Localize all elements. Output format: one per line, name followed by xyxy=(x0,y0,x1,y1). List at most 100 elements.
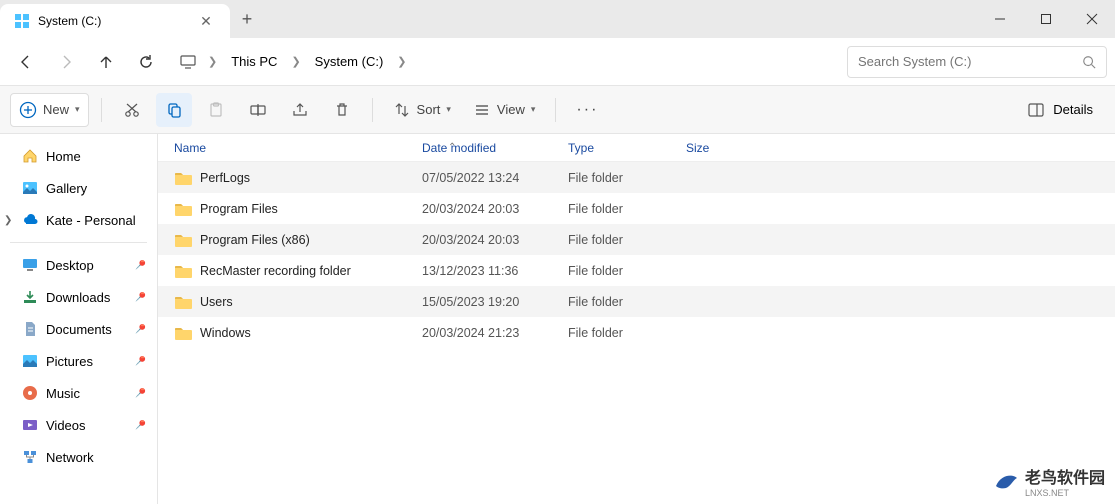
share-icon xyxy=(291,101,309,119)
maximize-button[interactable] xyxy=(1023,0,1069,38)
up-button[interactable] xyxy=(88,44,124,80)
separator xyxy=(555,98,556,122)
close-tab-icon[interactable]: ✕ xyxy=(196,13,216,30)
sidebar-network[interactable]: Network xyxy=(0,441,157,473)
delete-button[interactable] xyxy=(324,93,360,127)
sidebar-label: Kate - Personal xyxy=(46,213,136,228)
table-row[interactable]: Users15/05/2023 19:20File folder xyxy=(158,286,1115,317)
window-controls xyxy=(977,0,1115,38)
breadcrumb[interactable]: ❯ This PC ❯ System (C:) ❯ xyxy=(168,45,835,79)
forward-button[interactable] xyxy=(48,44,84,80)
cell-date: 07/05/2022 13:24 xyxy=(422,171,568,185)
sidebar-desktop[interactable]: Desktop📍 xyxy=(0,249,157,281)
paste-button[interactable] xyxy=(198,93,234,127)
share-button[interactable] xyxy=(282,93,318,127)
toolbar: New ▾ Sort ▾ View ▾ ··· Details xyxy=(0,86,1115,134)
clipboard-icon xyxy=(207,101,225,119)
chevron-right-icon[interactable]: ❯ xyxy=(393,55,410,68)
more-button[interactable]: ··· xyxy=(568,93,606,127)
sidebar-documents[interactable]: Documents📍 xyxy=(0,313,157,345)
table-row[interactable]: RecMaster recording folder13/12/2023 11:… xyxy=(158,255,1115,286)
pc-icon[interactable] xyxy=(174,44,202,80)
download-icon xyxy=(22,289,38,305)
sidebar-label: Videos xyxy=(46,418,86,433)
col-name[interactable]: Name xyxy=(174,141,422,155)
copy-button[interactable] xyxy=(156,93,192,127)
cell-name: PerfLogs xyxy=(174,171,422,185)
cell-date: 20/03/2024 20:03 xyxy=(422,233,568,247)
table-row[interactable]: PerfLogs07/05/2022 13:24File folder xyxy=(158,162,1115,193)
cell-type: File folder xyxy=(568,233,686,247)
sidebar-gallery[interactable]: Gallery xyxy=(0,172,157,204)
cell-name: Users xyxy=(174,295,422,309)
col-size[interactable]: Size xyxy=(686,141,766,155)
cell-type: File folder xyxy=(568,264,686,278)
scissors-icon xyxy=(123,101,141,119)
file-list: Name ⌃ Date modified Type Size PerfLogs0… xyxy=(158,134,1115,504)
details-button[interactable]: Details xyxy=(1015,101,1105,119)
cell-name: Program Files (x86) xyxy=(174,233,422,247)
sidebar-label: Gallery xyxy=(46,181,87,196)
sidebar-music[interactable]: Music 📍 xyxy=(0,377,157,409)
cut-button[interactable] xyxy=(114,93,150,127)
cell-name: RecMaster recording folder xyxy=(174,264,422,278)
sort-label: Sort xyxy=(417,102,441,117)
rename-button[interactable] xyxy=(240,93,276,127)
network-icon xyxy=(22,449,38,465)
close-window-button[interactable] xyxy=(1069,0,1115,38)
cell-type: File folder xyxy=(568,326,686,340)
rename-icon xyxy=(249,101,267,119)
watermark: 老鸟软件园 LNXS.NET xyxy=(993,464,1105,498)
table-row[interactable]: Program Files20/03/2024 20:03File folder xyxy=(158,193,1115,224)
new-button[interactable]: New ▾ xyxy=(10,93,89,127)
refresh-button[interactable] xyxy=(128,44,164,80)
sidebar-onedrive[interactable]: ❯ Kate - Personal xyxy=(0,204,157,236)
ellipsis-icon: ··· xyxy=(576,101,598,119)
sidebar-videos[interactable]: Videos📍 xyxy=(0,409,157,441)
chevron-down-icon: ▾ xyxy=(446,104,451,115)
content: Home Gallery ❯ Kate - Personal Desktop📍 … xyxy=(0,134,1115,504)
search-icon xyxy=(1082,55,1096,69)
pin-icon: 📍 xyxy=(131,288,150,307)
sidebar-downloads[interactable]: Downloads 📍 xyxy=(0,281,157,313)
view-button[interactable]: View ▾ xyxy=(465,93,543,127)
col-date[interactable]: Date modified xyxy=(422,141,568,155)
pin-icon: 📍 xyxy=(131,352,150,371)
pin-icon: 📍 xyxy=(131,384,150,403)
new-label: New xyxy=(43,102,69,117)
sidebar-home[interactable]: Home xyxy=(0,140,157,172)
col-type[interactable]: Type xyxy=(568,141,686,155)
breadcrumb-this-pc[interactable]: This PC xyxy=(223,50,285,73)
sidebar-label: Downloads xyxy=(46,290,110,305)
music-icon xyxy=(22,385,38,401)
document-icon xyxy=(22,321,38,337)
search-box[interactable] xyxy=(847,46,1107,78)
home-icon xyxy=(22,148,38,164)
new-tab-button[interactable]: + xyxy=(230,9,264,30)
minimize-button[interactable] xyxy=(977,0,1023,38)
chevron-right-icon[interactable]: ❯ xyxy=(204,55,221,68)
window-tab[interactable]: System (C:) ✕ xyxy=(0,4,230,38)
table-row[interactable]: Program Files (x86)20/03/2024 20:03File … xyxy=(158,224,1115,255)
sidebar-label: Music xyxy=(46,386,80,401)
cell-type: File folder xyxy=(568,295,686,309)
sidebar-label: Network xyxy=(46,450,94,465)
nav-bar: ❯ This PC ❯ System (C:) ❯ xyxy=(0,38,1115,86)
cell-date: 20/03/2024 21:23 xyxy=(422,326,568,340)
details-icon xyxy=(1027,101,1045,119)
plus-circle-icon xyxy=(19,101,37,119)
sidebar-pictures[interactable]: Pictures 📍 xyxy=(0,345,157,377)
pin-icon: 📍 xyxy=(131,320,150,339)
cell-name: Windows xyxy=(174,326,422,340)
back-button[interactable] xyxy=(8,44,44,80)
table-row[interactable]: Windows20/03/2024 21:23File folder xyxy=(158,317,1115,348)
expand-icon[interactable]: ❯ xyxy=(4,215,12,226)
desktop-icon xyxy=(22,257,38,273)
breadcrumb-system-c[interactable]: System (C:) xyxy=(307,50,392,73)
copy-icon xyxy=(165,101,183,119)
sort-button[interactable]: Sort ▾ xyxy=(385,93,459,127)
chevron-down-icon: ▾ xyxy=(75,104,80,115)
search-input[interactable] xyxy=(858,54,1082,69)
chevron-right-icon[interactable]: ❯ xyxy=(287,55,304,68)
sidebar-label: Pictures xyxy=(46,354,93,369)
